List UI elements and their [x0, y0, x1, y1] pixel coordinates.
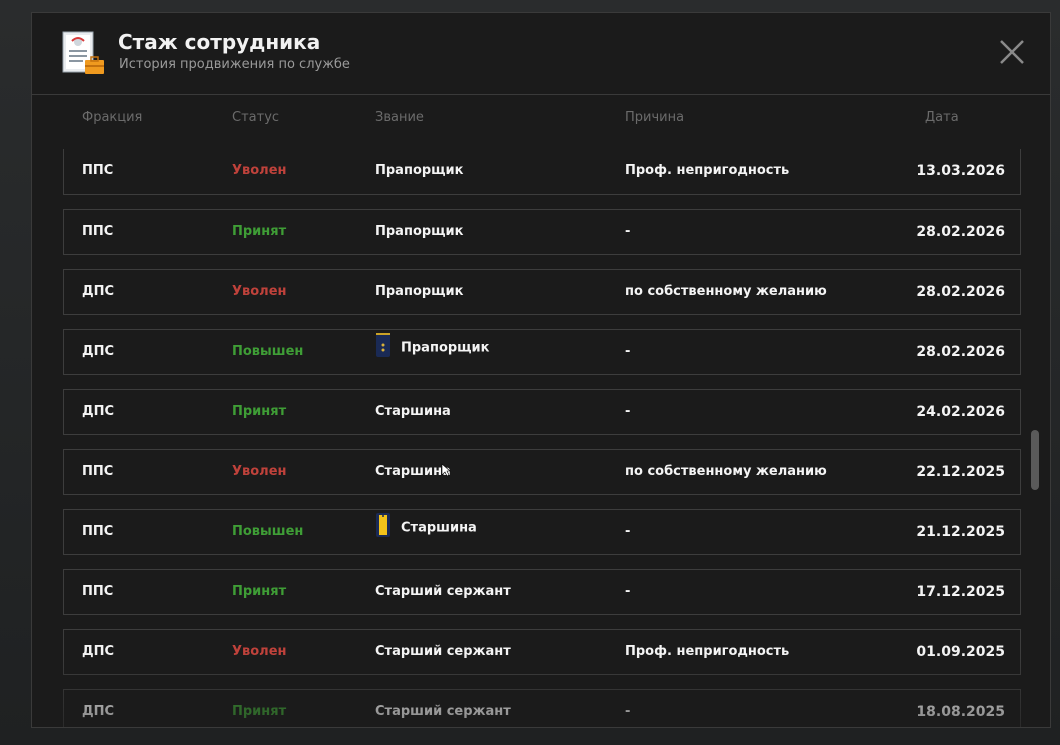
date-cell: 18.08.2025: [916, 704, 1005, 720]
rank-cell: Старшина: [375, 513, 477, 537]
rank-cell: Прапорщик: [375, 333, 490, 357]
faction-cell: ППС: [82, 224, 114, 239]
date-cell: 28.02.2026: [916, 284, 1005, 300]
table-row: ДПС Уволен Прапорщик по собственному жел…: [63, 269, 1021, 315]
reason-cell: по собственному желанию: [625, 464, 827, 479]
table-row: ДПС Принят Старшина - 24.02.2026: [63, 389, 1021, 435]
rank-label: Прапорщик: [401, 340, 490, 356]
date-cell: 13.03.2026: [916, 163, 1005, 179]
faction-cell: ДПС: [82, 404, 114, 419]
rank-cell: Старший сержант: [375, 644, 511, 659]
reason-cell: -: [625, 344, 631, 359]
status-cell: Принят: [232, 704, 287, 719]
table-row: ДПС Повышен Прапорщик - 28.02.2026: [63, 329, 1021, 375]
reason-cell: по собственному желанию: [625, 284, 827, 299]
column-header-rank: Звание: [375, 110, 424, 125]
date-cell: 01.09.2025: [916, 644, 1005, 660]
service-history-modal: Стаж сотрудника История продвижения по с…: [31, 12, 1051, 728]
rank-cell: Старшина: [375, 404, 451, 419]
faction-cell: ППС: [82, 584, 114, 599]
modal-title: Стаж сотрудника: [118, 30, 321, 54]
mouse-cursor-icon: [441, 463, 451, 477]
reason-cell: -: [625, 704, 631, 719]
rank-cell: Старший сержант: [375, 584, 511, 599]
reason-cell: Проф. непригодность: [625, 163, 790, 178]
table-row: ППС Повышен Старшина - 21.12.2025: [63, 509, 1021, 555]
close-icon[interactable]: [998, 38, 1026, 66]
date-cell: 24.02.2026: [916, 404, 1005, 420]
faction-cell: ДПС: [82, 704, 114, 719]
scrollbar-thumb[interactable]: [1031, 430, 1039, 490]
faction-cell: ППС: [82, 464, 114, 479]
reason-cell: -: [625, 584, 631, 599]
faction-cell: ДПС: [82, 644, 114, 659]
reason-cell: -: [625, 524, 631, 539]
status-cell: Уволен: [232, 464, 287, 479]
date-cell: 22.12.2025: [916, 464, 1005, 480]
column-header-faction: Фракция: [82, 110, 143, 125]
table-row: ДПС Уволен Старший сержант Проф. неприго…: [63, 629, 1021, 675]
rank-cell: Старший сержант: [375, 704, 511, 719]
date-cell: 17.12.2025: [916, 584, 1005, 600]
date-cell: 21.12.2025: [916, 524, 1005, 540]
reason-cell: -: [625, 224, 631, 239]
faction-cell: ДПС: [82, 284, 114, 299]
table-row: ППС Уволен Старшина по собственному жела…: [63, 449, 1021, 495]
rank-label: Старшина: [401, 520, 477, 536]
modal-subtitle: История продвижения по службе: [119, 57, 350, 72]
status-cell: Принят: [232, 224, 287, 239]
status-cell: Уволен: [232, 284, 287, 299]
date-cell: 28.02.2026: [916, 224, 1005, 240]
status-cell: Повышен: [232, 524, 304, 539]
rank-cell: Прапорщик: [375, 284, 464, 299]
rank-cell: Прапорщик: [375, 224, 464, 239]
rank-cell: Старшина: [375, 464, 451, 479]
status-cell: Уволен: [232, 163, 287, 178]
table-row: ДПС Принят Старший сержант - 18.08.2025: [63, 689, 1021, 727]
history-table: ППС Уволен Прапорщик Проф. непригодность…: [63, 149, 1021, 727]
column-header-status: Статус: [232, 110, 280, 125]
status-cell: Повышен: [232, 344, 304, 359]
date-cell: 28.02.2026: [916, 344, 1005, 360]
modal-header: Стаж сотрудника История продвижения по с…: [32, 13, 1050, 95]
status-cell: Принят: [232, 584, 287, 599]
shoulder-strap-starshina-icon: [376, 513, 390, 537]
rank-cell: Прапорщик: [375, 163, 464, 178]
faction-cell: ДПС: [82, 344, 114, 359]
reason-cell: -: [625, 404, 631, 419]
faction-cell: ППС: [82, 524, 114, 539]
document-with-briefcase-icon: [62, 31, 104, 74]
table-row: ППС Уволен Прапорщик Проф. непригодность…: [63, 149, 1021, 195]
table-row: ППС Принят Прапорщик - 28.02.2026: [63, 209, 1021, 255]
table-row: ППС Принят Старший сержант - 17.12.2025: [63, 569, 1021, 615]
faction-cell: ППС: [82, 163, 114, 178]
column-header-date: Дата: [925, 110, 959, 125]
reason-cell: Проф. непригодность: [625, 644, 790, 659]
status-cell: Принят: [232, 404, 287, 419]
column-header-reason: Причина: [625, 110, 685, 125]
shoulder-strap-praporshchik-icon: [376, 333, 390, 357]
status-cell: Уволен: [232, 644, 287, 659]
